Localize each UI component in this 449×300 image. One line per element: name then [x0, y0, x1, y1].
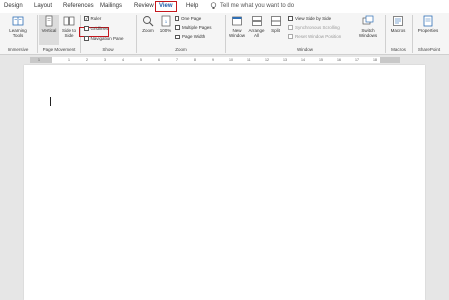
vertical-button[interactable]: Vertical — [39, 15, 59, 45]
tab-references[interactable]: References — [63, 3, 94, 12]
tab-layout[interactable]: Layout — [34, 3, 52, 12]
tab-design[interactable]: Design — [4, 3, 23, 12]
ruler-tick: 5 — [140, 57, 142, 62]
learning-tools-icon — [12, 16, 24, 26]
group-label-window: Window — [296, 47, 313, 52]
magnifier-icon — [143, 16, 154, 27]
horizontal-ruler[interactable]: 1 1 2 3 4 5 6 7 8 9 10 11 12 13 14 15 16… — [0, 55, 449, 65]
group-label-page-movement: Page Movement — [42, 47, 76, 52]
multiple-pages-icon — [175, 25, 180, 31]
ruler-tick: 4 — [122, 57, 124, 62]
ruler-tick: 11 — [247, 57, 251, 62]
ruler-tick: 15 — [319, 57, 323, 62]
ruler-strip: 1 1 2 3 4 5 6 7 8 9 10 11 12 13 14 15 16… — [30, 57, 400, 63]
ruler-tick: 6 — [158, 57, 160, 62]
ruler-tick: 17 — [355, 57, 359, 62]
ruler-tick: 3 — [104, 57, 106, 62]
split-button[interactable]: Split — [267, 15, 284, 33]
tell-me-search[interactable]: Tell me what you want to do — [220, 3, 294, 12]
macros-button[interactable]: Macros — [387, 15, 409, 33]
group-label-sharepoint: SharePoint — [417, 47, 441, 52]
page-width-button[interactable]: Page Width — [175, 33, 205, 40]
page-width-icon — [175, 34, 180, 39]
one-page-button[interactable]: One Page — [175, 15, 201, 22]
ruler-tick: 7 — [176, 57, 178, 62]
lightbulb-icon — [210, 2, 217, 12]
one-page-icon — [175, 16, 179, 22]
ruler-tick: 9 — [212, 57, 214, 62]
hundred-percent-icon: 1 — [161, 15, 170, 27]
synchronous-scrolling-button[interactable]: Synchronous Scrolling — [288, 24, 340, 31]
properties-icon — [423, 15, 433, 27]
group-label-macros: Macros — [391, 47, 406, 52]
reset-window-icon — [288, 34, 293, 40]
view-side-by-side-button[interactable]: View Side by Side — [288, 15, 331, 22]
ruler-left-margin — [30, 57, 52, 63]
group-separator — [136, 15, 137, 53]
ruler-tick: 1 — [68, 57, 70, 62]
arrange-all-icon — [251, 16, 262, 26]
ruler-tick: 2 — [86, 57, 88, 62]
learning-tools-button[interactable]: Learning Tools — [6, 15, 30, 38]
ruler-checkbox[interactable]: Ruler — [84, 15, 101, 22]
zoom-100-button[interactable]: 1 100% — [157, 15, 174, 33]
side-to-side-icon — [63, 16, 75, 26]
zoom-button[interactable]: Zoom — [139, 15, 157, 33]
checkbox-icon — [84, 36, 89, 41]
gridlines-checkbox[interactable]: Gridlines — [84, 25, 108, 32]
reset-window-position-button[interactable]: Reset Window Position — [288, 33, 341, 40]
ruler-tick: 10 — [229, 57, 233, 62]
ruler-tick: 18 — [373, 57, 377, 62]
side-to-side-button[interactable]: Side to Side — [60, 15, 78, 38]
new-window-icon — [232, 16, 242, 26]
macros-icon — [393, 16, 403, 26]
ruler-tick: 8 — [194, 57, 196, 62]
sync-scroll-icon — [288, 25, 293, 31]
group-label-show: Show — [102, 47, 114, 52]
multiple-pages-button[interactable]: Multiple Pages — [175, 24, 212, 31]
tab-view[interactable]: View — [155, 1, 177, 12]
ruler-tick: 12 — [265, 57, 269, 62]
properties-button[interactable]: Properties — [414, 15, 442, 33]
group-label-zoom: Zoom — [175, 47, 187, 52]
navigation-pane-checkbox[interactable]: Navigation Pane — [84, 35, 124, 42]
ruler-right-margin — [380, 57, 400, 63]
switch-windows-icon — [362, 15, 374, 25]
tab-mailings[interactable]: Mailings — [100, 3, 122, 12]
tab-review[interactable]: Review — [134, 3, 154, 12]
checkbox-icon — [84, 26, 89, 31]
arrange-all-button[interactable]: Arrange All — [247, 15, 266, 38]
group-label-immersive: Immersive — [7, 47, 29, 52]
new-window-button[interactable]: New Window — [227, 15, 247, 38]
ruler-tick: 1 — [38, 57, 40, 62]
ruler-tick: 13 — [283, 57, 287, 62]
document-page[interactable] — [24, 65, 425, 300]
ruler-tick: 14 — [301, 57, 305, 62]
vertical-page-icon — [45, 15, 53, 27]
ribbon: Learning Tools Immersive Vertical Side t… — [0, 13, 449, 55]
tab-help[interactable]: Help — [186, 3, 198, 12]
checkbox-checked-icon — [84, 15, 89, 21]
side-by-side-icon — [288, 16, 293, 22]
split-icon — [270, 16, 281, 26]
switch-windows-button[interactable]: Switch Windows — [355, 15, 381, 38]
ribbon-tab-bar: Design Layout References Mailings Review… — [0, 0, 449, 13]
text-cursor — [50, 97, 51, 106]
ruler-tick: 16 — [337, 57, 341, 62]
